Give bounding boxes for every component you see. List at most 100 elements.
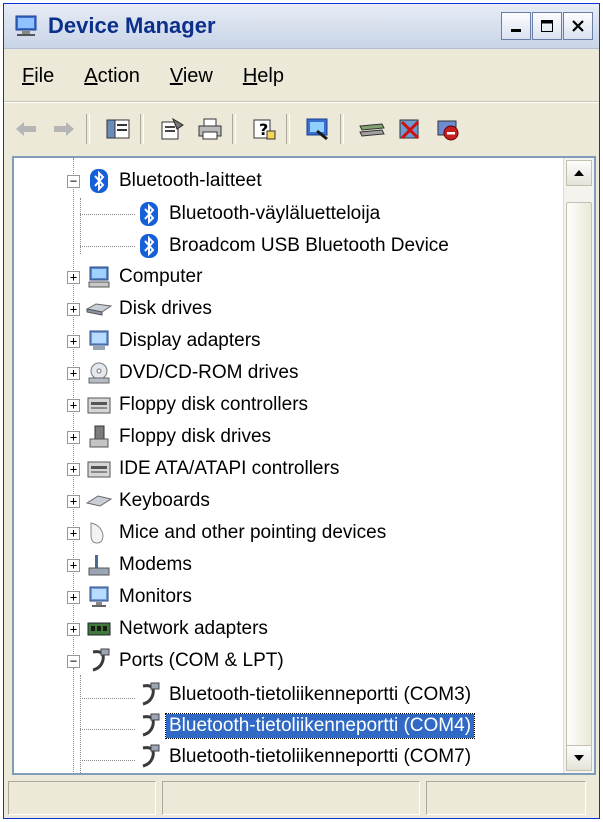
expand-toggle[interactable]: +: [67, 334, 80, 348]
device-tree[interactable]: − Bluetooth-laitteet Bluetooth-väyläluet…: [12, 156, 596, 775]
expand-toggle[interactable]: +: [67, 526, 80, 540]
tree-node-modems[interactable]: + Modems: [67, 550, 195, 580]
modem-icon: [86, 553, 112, 577]
tree-line: [80, 729, 135, 730]
port-icon: [136, 682, 162, 707]
menu-bar: File Action View Help: [4, 51, 599, 102]
bluetooth-icon: [86, 169, 112, 193]
tree-label: DVD/CD-ROM drives: [119, 362, 299, 383]
print-button[interactable]: [194, 113, 226, 145]
tree-node-computer[interactable]: + Computer: [67, 262, 205, 292]
tree-node-keyboards[interactable]: + Keyboards: [67, 486, 213, 516]
scan-hardware-button[interactable]: [302, 113, 334, 145]
menu-view[interactable]: View: [168, 61, 215, 92]
tree-node-port-com4[interactable]: Bluetooth-tietoliikenneportti (COM4): [136, 711, 476, 741]
tree-line: [80, 214, 135, 215]
uninstall-button[interactable]: [394, 113, 426, 145]
show-hide-tree-button[interactable]: [102, 113, 134, 145]
floppy-controller-icon: [86, 393, 112, 417]
scan-hardware-icon: [306, 118, 328, 141]
tree-node-port-com7[interactable]: Bluetooth-tietoliikenneportti (COM7): [136, 742, 474, 772]
disk-drive-icon: [86, 297, 112, 321]
port-icon: [136, 744, 162, 769]
expand-toggle[interactable]: +: [67, 302, 80, 316]
close-button[interactable]: [563, 12, 593, 40]
tree-label: Display adapters: [119, 330, 261, 351]
tree-label: Disk drives: [119, 298, 212, 319]
minimize-icon: [511, 29, 521, 32]
tree-label: Bluetooth-laitteet: [119, 170, 262, 191]
expand-toggle[interactable]: +: [67, 622, 80, 636]
collapse-toggle[interactable]: −: [67, 654, 80, 668]
ide-controller-icon: [86, 457, 112, 481]
vertical-scrollbar[interactable]: [563, 158, 594, 773]
tree-label: Bluetooth-tietoliikenneportti (COM7): [169, 746, 472, 767]
expand-toggle[interactable]: +: [67, 398, 80, 412]
tree-node-broadcom-bluetooth[interactable]: Broadcom USB Bluetooth Device: [136, 231, 452, 261]
tree-label: Modems: [119, 554, 192, 575]
disable-button[interactable]: [432, 113, 464, 145]
forward-button[interactable]: [48, 113, 80, 145]
menu-action[interactable]: Action: [82, 61, 142, 92]
device-manager-icon: [15, 15, 37, 36]
expand-toggle[interactable]: +: [67, 270, 80, 284]
expand-toggle[interactable]: +: [67, 494, 80, 508]
tree-label: Broadcom USB Bluetooth Device: [169, 235, 449, 256]
printer-icon: [198, 118, 222, 140]
scrollbar-thumb[interactable]: [566, 202, 592, 762]
expand-toggle[interactable]: +: [67, 462, 80, 476]
tree-label-selected: Bluetooth-tietoliikenneportti (COM4): [164, 713, 476, 739]
expand-toggle[interactable]: +: [67, 590, 80, 604]
toolbar-separator: [232, 114, 236, 144]
uninstall-icon: [399, 119, 420, 140]
keyboard-icon: [86, 489, 112, 513]
tree-node-dvd-drives[interactable]: + DVD/CD-ROM drives: [67, 358, 301, 388]
tree-node-ide-controllers[interactable]: + IDE ATA/ATAPI controllers: [67, 454, 342, 484]
floppy-drive-icon: [86, 425, 112, 449]
tree-node-port-com3[interactable]: Bluetooth-tietoliikenneportti (COM3): [136, 680, 474, 710]
tree-label: Monitors: [119, 586, 192, 607]
expand-toggle[interactable]: +: [67, 558, 80, 572]
menu-help[interactable]: Help: [241, 61, 286, 92]
maximize-icon: [541, 20, 553, 32]
display-adapter-icon: [86, 329, 112, 353]
scroll-up-button[interactable]: [566, 160, 592, 186]
mouse-icon: [86, 521, 112, 545]
toolbar: ?: [4, 102, 599, 155]
tree-node-bluetooth[interactable]: − Bluetooth-laitteet: [67, 166, 265, 196]
tree-label: Bluetooth-tietoliikenneportti (COM3): [169, 684, 472, 705]
status-pane: [426, 781, 586, 815]
console-tree-icon: [106, 119, 130, 139]
tree-line: [80, 246, 135, 247]
tree-label: Ports (COM & LPT): [119, 650, 284, 671]
tree-node-floppy-controllers[interactable]: + Floppy disk controllers: [67, 390, 311, 420]
collapse-toggle[interactable]: −: [67, 174, 80, 188]
minimize-button[interactable]: [501, 12, 531, 40]
tree-label: Keyboards: [119, 490, 210, 511]
help-icon: ?: [253, 119, 276, 140]
tree-node-network-adapters[interactable]: + Network adapters: [67, 614, 271, 644]
maximize-button[interactable]: [532, 12, 562, 40]
status-bar: [4, 779, 599, 818]
bluetooth-icon: [136, 202, 162, 226]
tree-node-display-adapters[interactable]: + Display adapters: [67, 326, 264, 356]
status-pane: [8, 781, 156, 815]
properties-button[interactable]: [156, 113, 188, 145]
help-button[interactable]: ?: [248, 113, 280, 145]
network-adapter-icon: [86, 617, 112, 641]
tree-node-floppy-drives[interactable]: + Floppy disk drives: [67, 422, 274, 452]
bluetooth-icon: [136, 234, 162, 258]
expand-toggle[interactable]: +: [67, 366, 80, 380]
title-bar[interactable]: Device Manager: [4, 4, 599, 49]
scroll-down-button[interactable]: [566, 745, 592, 771]
tree-node-monitors[interactable]: + Monitors: [67, 582, 195, 612]
tree-node-bluetooth-enumerator[interactable]: Bluetooth-väyläluetteloija: [136, 199, 383, 229]
computer-icon: [86, 265, 112, 289]
back-button[interactable]: [10, 113, 42, 145]
tree-node-mice[interactable]: + Mice and other pointing devices: [67, 518, 389, 548]
expand-toggle[interactable]: +: [67, 430, 80, 444]
tree-node-ports[interactable]: − Ports (COM & LPT): [67, 646, 287, 676]
update-driver-button[interactable]: [356, 113, 388, 145]
menu-file[interactable]: File: [20, 61, 56, 92]
tree-node-disk-drives[interactable]: + Disk drives: [67, 294, 215, 324]
